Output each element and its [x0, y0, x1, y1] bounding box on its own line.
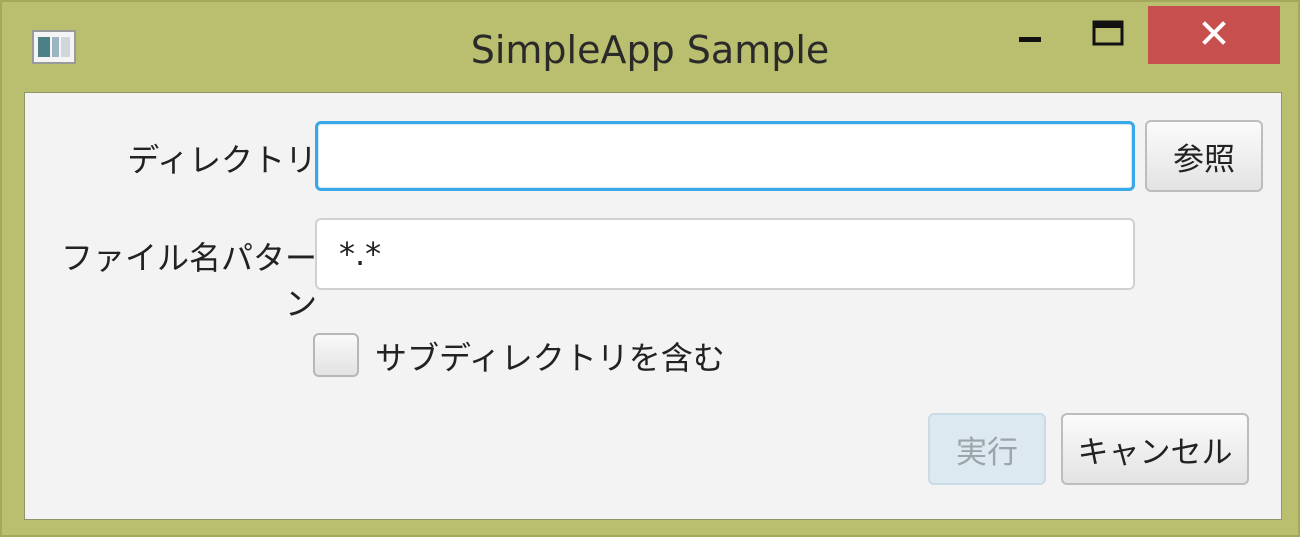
- directory-label: ディレクトリ: [127, 141, 317, 179]
- title-bar[interactable]: SimpleApp Sample: [2, 2, 1298, 90]
- run-button[interactable]: 実行: [928, 413, 1046, 485]
- maximize-icon: [1091, 19, 1125, 51]
- cancel-button[interactable]: キャンセル: [1061, 413, 1249, 485]
- filename-pattern-label: ファイル名パターン: [60, 239, 317, 323]
- close-icon: [1200, 19, 1228, 51]
- minimize-icon: [1017, 23, 1043, 47]
- minimize-button[interactable]: [997, 6, 1063, 64]
- dialog-content: ディレクトリ 参照 ファイル名パターン *.* サブディレクトリを含む 実行 キ…: [24, 92, 1282, 520]
- include-subdirectories-checkbox[interactable]: [313, 333, 359, 377]
- include-subdirectories-label[interactable]: サブディレクトリを含む: [375, 333, 725, 379]
- app-window: SimpleApp Sample ディレクトリ 参照 ファイル名パターン *.*…: [0, 0, 1300, 537]
- maximize-button[interactable]: [1070, 6, 1146, 64]
- directory-input[interactable]: [315, 121, 1135, 191]
- browse-button[interactable]: 参照: [1145, 120, 1263, 192]
- close-button[interactable]: [1148, 6, 1280, 64]
- filename-pattern-input[interactable]: *.*: [315, 218, 1135, 290]
